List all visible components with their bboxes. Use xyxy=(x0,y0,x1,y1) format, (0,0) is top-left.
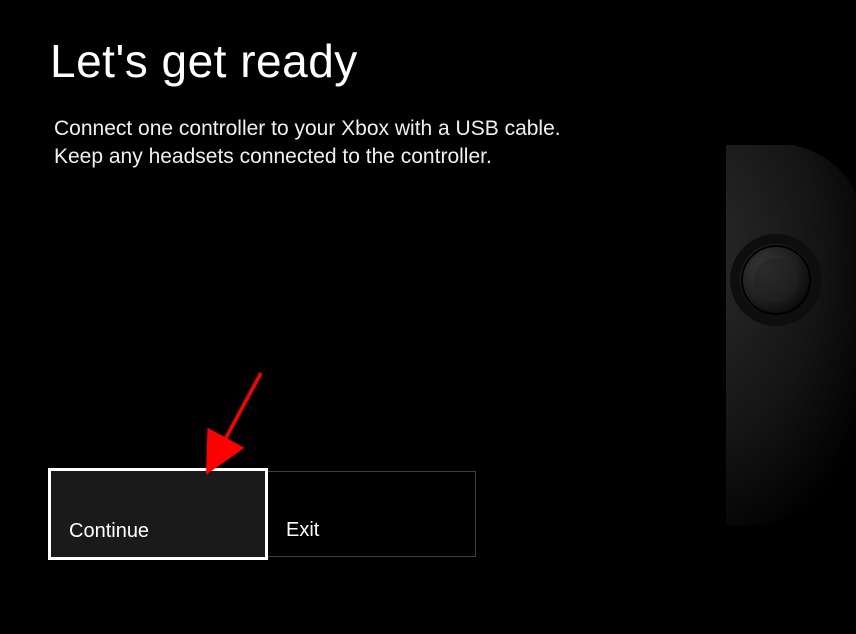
annotation-arrow-icon xyxy=(193,365,283,475)
continue-button-label: Continue xyxy=(69,520,149,543)
setup-screen: Let's get ready Connect one controller t… xyxy=(0,0,856,207)
exit-button[interactable]: Exit xyxy=(268,471,476,557)
continue-button[interactable]: Continue xyxy=(48,468,268,560)
exit-button-label: Exit xyxy=(286,519,319,542)
page-title: Let's get ready xyxy=(50,36,806,87)
instruction-text: Connect one controller to your Xbox with… xyxy=(54,115,614,172)
action-button-row: Continue Exit xyxy=(48,468,476,560)
